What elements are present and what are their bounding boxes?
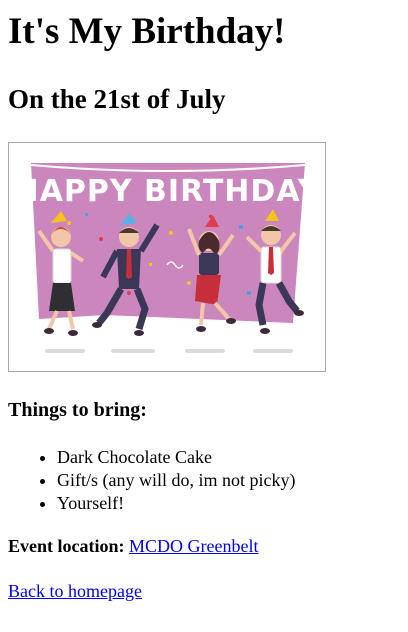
event-location-link[interactable]: MCDO Greenbelt xyxy=(129,536,258,556)
page-title: It's My Birthday! xyxy=(8,11,286,52)
birthday-illustration: HAPPY BIRTHDAY xyxy=(14,163,321,353)
floor-shadows xyxy=(45,349,293,353)
birthday-image: HAPPY BIRTHDAY xyxy=(8,142,326,372)
back-to-homepage-link[interactable]: Back to homepage xyxy=(8,581,142,601)
list-item: Dark Chocolate Cake xyxy=(57,446,295,469)
back-section: Back to homepage xyxy=(8,580,142,603)
event-location-label: Event location: xyxy=(8,536,125,556)
list-item: Yourself! xyxy=(57,492,295,515)
things-to-bring-list: Dark Chocolate Cake Gift/s (any will do,… xyxy=(8,446,295,515)
banner-text: HAPPY BIRTHDAY xyxy=(14,174,321,209)
page-subtitle: On the 21st of July xyxy=(8,84,226,114)
event-location: Event location: MCDO Greenbelt xyxy=(8,535,258,558)
things-to-bring-heading: Things to bring: xyxy=(8,399,147,421)
list-item: Gift/s (any will do, im not picky) xyxy=(57,469,295,492)
